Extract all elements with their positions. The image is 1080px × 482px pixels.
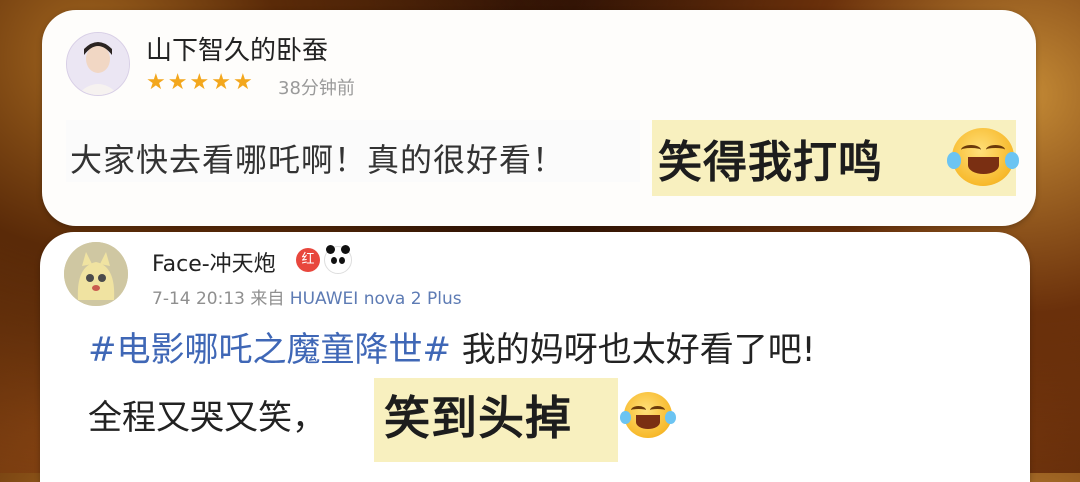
post-date: 7-14 20:13 xyxy=(152,289,245,309)
username[interactable]: Face-冲天炮 xyxy=(152,246,276,278)
highlighted-text: 笑到头掉 xyxy=(384,391,572,445)
star-icon: ★ xyxy=(189,70,210,95)
star-icon: ★ xyxy=(211,70,231,95)
device-link[interactable]: HUAWEI nova 2 Plus xyxy=(290,289,462,309)
star-icon: ★ xyxy=(167,70,188,95)
topic-link[interactable]: #电影哪吒之魔童降世# xyxy=(88,330,451,370)
comment-line-1: #电影哪吒之魔童降世# 我的妈呀也太好看了吧! xyxy=(88,322,815,371)
post-time: 38分钟前 xyxy=(278,78,355,99)
laughing-crying-emoji-icon xyxy=(947,128,1019,186)
panda-icon xyxy=(324,245,352,274)
comment-card-1: 山下智久的卧蚕 ★ ★ ★ ★ ★ 38分钟前 大家快去看哪吒啊！真的很好看！ … xyxy=(42,10,1036,226)
rating-stars: ★ ★ ★ ★ ★ xyxy=(146,72,253,94)
user-avatar[interactable] xyxy=(66,32,130,96)
red-badge-icon: 红 xyxy=(296,248,320,272)
star-icon: ★ xyxy=(146,70,166,95)
highlighted-text: 笑得我打鸣 xyxy=(658,137,883,188)
comment-text: 大家快去看哪吒啊！真的很好看！ xyxy=(70,141,566,179)
comment-card-2: Face-冲天炮 红 7-14 20:13 来自 HUAWEI nova 2 P… xyxy=(40,232,1030,482)
comment-text: 我的妈呀也太好看了吧! xyxy=(450,330,816,370)
star-icon: ★ xyxy=(232,70,253,95)
post-meta: 7-14 20:13 来自 HUAWEI nova 2 Plus xyxy=(152,284,462,309)
username[interactable]: 山下智久的卧蚕 xyxy=(146,30,328,67)
source-prefix: 来自 xyxy=(250,289,285,309)
laughing-crying-emoji-icon xyxy=(620,392,676,438)
user-avatar[interactable] xyxy=(64,242,128,306)
comment-line-2: 全程又哭又笑， xyxy=(88,398,326,438)
